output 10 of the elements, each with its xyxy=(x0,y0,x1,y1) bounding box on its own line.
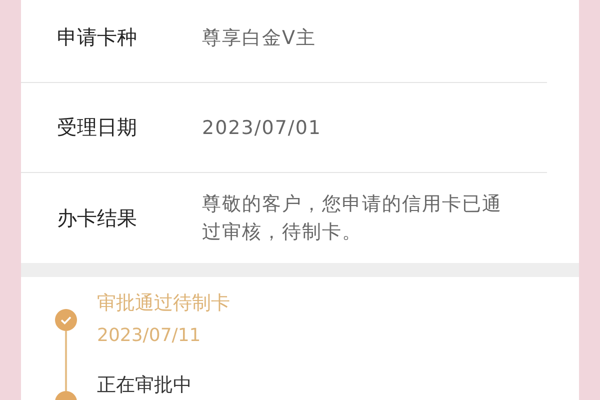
step-title: 审批通过待制卡 xyxy=(97,291,230,316)
field-label: 受理日期 xyxy=(57,114,138,141)
field-label: 办卡结果 xyxy=(57,204,138,232)
step-title: 正在审批中 xyxy=(97,373,192,398)
field-value: 尊敬的客户，您申请的信用卡已通过审核，待制卡。 xyxy=(202,192,503,245)
timeline-line xyxy=(65,331,67,391)
field-value: 2023/07/01 xyxy=(202,116,323,140)
step-date: 2023/07/11 xyxy=(97,324,202,348)
field-value: 尊享白金V主 xyxy=(202,26,317,50)
field-label: 申请卡种 xyxy=(57,24,138,51)
